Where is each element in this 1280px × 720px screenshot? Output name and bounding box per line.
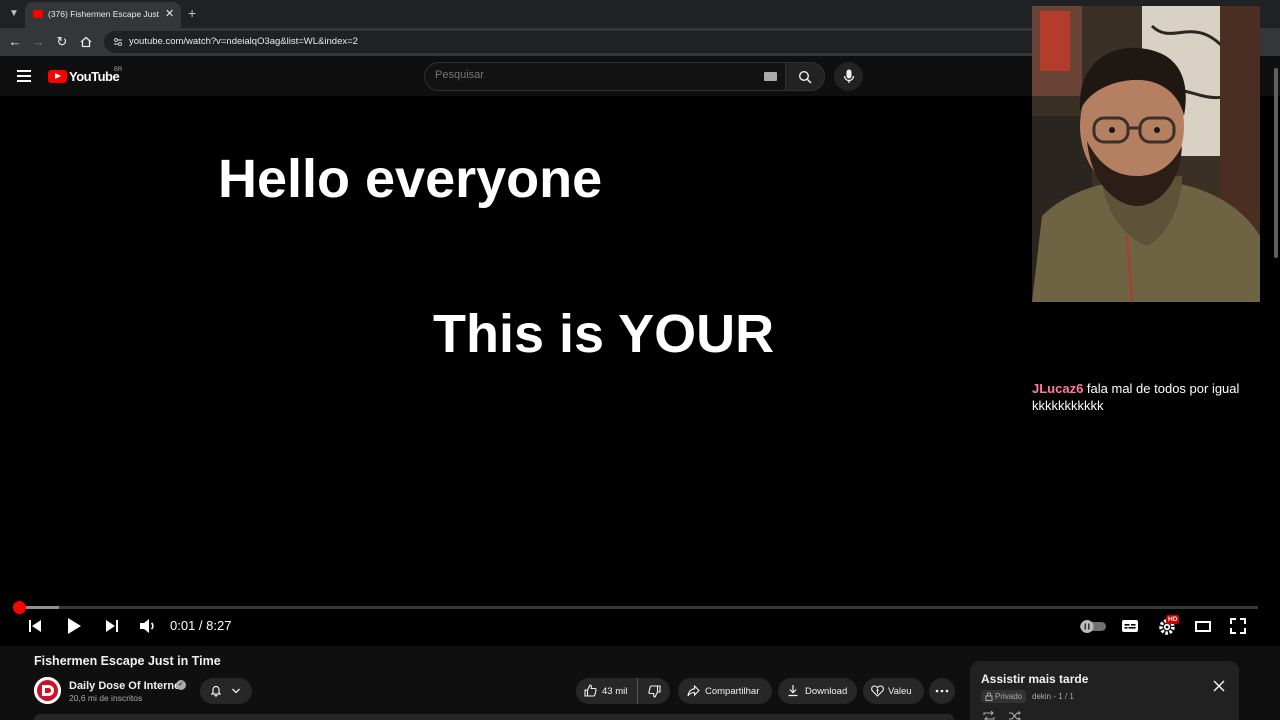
verified-badge-icon: ✓ (176, 680, 186, 690)
bell-icon (210, 685, 222, 697)
page-scrollbar[interactable] (1272, 56, 1280, 720)
search-box[interactable] (424, 62, 786, 91)
webcam-image (1032, 6, 1260, 302)
forward-arrow-icon[interactable]: → (29, 33, 47, 51)
video-caption-line-1: Hello everyone (218, 149, 603, 209)
playlist-subtitle: dekin - 1 / 1 (1032, 692, 1074, 701)
previous-icon (29, 620, 41, 632)
autoplay-toggle[interactable] (1078, 614, 1108, 638)
privacy-badge: Privado (981, 690, 1027, 703)
search-input[interactable] (435, 69, 735, 81)
share-label: Compartilhar (705, 686, 760, 697)
search-icon (798, 70, 812, 84)
play-icon (68, 618, 81, 634)
autoplay-toggle-icon (1080, 620, 1106, 633)
close-icon (1213, 680, 1225, 692)
next-icon (106, 620, 118, 632)
video-caption-line-2: This is YOUR (433, 304, 775, 364)
theater-mode-button[interactable] (1193, 614, 1213, 638)
tab-search-chevron-icon[interactable]: ▼ (5, 6, 23, 22)
download-button[interactable]: Download (778, 678, 857, 704)
play-button[interactable] (64, 614, 84, 638)
new-tab-icon[interactable]: + (188, 5, 196, 21)
back-arrow-icon[interactable]: ← (6, 33, 24, 51)
download-icon (788, 685, 798, 697)
next-button[interactable] (103, 614, 121, 638)
dislike-button[interactable] (638, 678, 670, 704)
chat-username: JLucaz6 (1032, 381, 1084, 396)
privacy-label: Privado (995, 692, 1023, 701)
progress-bar[interactable] (18, 606, 1258, 609)
browser-tab[interactable]: (376) Fishermen Escape Just in Time ✕ (25, 2, 181, 28)
volume-icon (140, 619, 154, 633)
url-text: youtube.com/watch?v=ndeialqO3ag&list=WL&… (129, 36, 358, 47)
country-code: BR (114, 67, 123, 73)
chat-message: JLucaz6 fala mal de todos por igual kkkk… (1032, 380, 1272, 414)
channel-logo-icon (34, 677, 61, 704)
subscriber-count: 20,6 mi de inscritos (69, 693, 143, 703)
theater-mode-icon (1195, 621, 1211, 632)
home-icon[interactable] (77, 33, 95, 51)
download-label: Download (805, 686, 848, 697)
thumbs-down-icon (648, 685, 661, 698)
channel-name[interactable]: Daily Dose Of Internet (69, 680, 184, 692)
address-bar[interactable]: youtube.com/watch?v=ndeialqO3ag&list=WL&… (104, 31, 1044, 53)
tab-close-icon[interactable]: ✕ (165, 7, 174, 21)
more-actions-button[interactable] (929, 678, 955, 704)
share-button[interactable]: Compartilhar (678, 678, 772, 704)
thumbs-up-icon (584, 684, 597, 697)
microphone-icon (843, 69, 855, 83)
voice-search-button[interactable] (834, 62, 863, 91)
shuffle-icon[interactable] (1008, 711, 1022, 720)
thanks-label: Valeu (888, 686, 912, 697)
playlist-title[interactable]: Assistir mais tarde (981, 672, 1088, 686)
hamburger-menu-icon[interactable] (17, 70, 31, 82)
progress-scrubber-handle[interactable] (13, 601, 26, 614)
close-playlist-button[interactable] (1211, 678, 1227, 694)
volume-button[interactable] (138, 614, 158, 638)
youtube-logo-text: YouTube (69, 69, 120, 84)
thanks-button[interactable]: Valeu (863, 678, 924, 704)
like-button[interactable]: 43 mil (576, 678, 638, 704)
youtube-favicon-icon (33, 10, 43, 18)
like-dislike-group: 43 mil (576, 678, 670, 704)
description-box[interactable] (34, 714, 954, 720)
scrollbar-thumb[interactable] (1274, 68, 1278, 258)
lock-icon (985, 692, 993, 701)
tab-title: (376) Fishermen Escape Just in Time (48, 9, 160, 19)
channel-avatar[interactable] (34, 677, 61, 704)
subtitles-button[interactable] (1120, 614, 1140, 638)
like-count: 43 mil (602, 686, 628, 697)
share-icon (687, 685, 700, 697)
fullscreen-icon (1230, 618, 1246, 634)
search-button[interactable] (785, 62, 825, 91)
previous-button[interactable] (26, 614, 44, 638)
fullscreen-button[interactable] (1228, 614, 1248, 638)
playlist-panel: Assistir mais tarde Privado dekin - 1 / … (970, 661, 1239, 720)
site-info-icon[interactable] (112, 36, 124, 48)
super-thanks-icon (871, 685, 884, 697)
time-display: 0:01 / 8:27 (170, 618, 232, 633)
chevron-down-icon (232, 688, 240, 694)
notifications-button[interactable] (200, 678, 252, 704)
streamer-webcam-overlay (1032, 6, 1260, 302)
reload-icon[interactable]: ↻ (53, 33, 71, 51)
subtitles-icon (1122, 620, 1138, 632)
keyboard-icon[interactable] (764, 72, 777, 81)
loop-icon[interactable] (982, 711, 996, 720)
quality-badge: HD (1166, 615, 1180, 624)
more-horizontal-icon (935, 689, 949, 693)
settings-button[interactable]: HD (1157, 614, 1183, 638)
video-title: Fishermen Escape Just in Time (34, 654, 221, 668)
youtube-play-logo-icon (48, 70, 67, 83)
